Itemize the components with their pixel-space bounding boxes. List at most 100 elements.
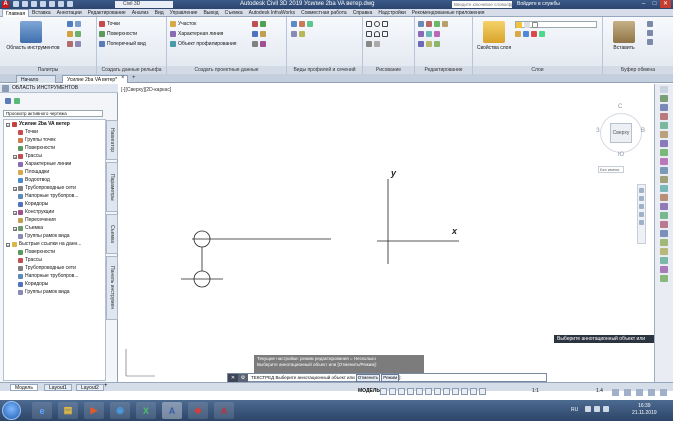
autoscale-icon[interactable] (479, 388, 486, 395)
ribbon-tab-addins[interactable]: Надстройки (375, 9, 408, 17)
command-line[interactable]: ✕ ⚙ ТЕКСТРЕД Выберите аннотационный объе… (227, 373, 547, 382)
annotation-visibility-icon[interactable] (470, 388, 477, 395)
tool-icon-5[interactable] (660, 131, 668, 138)
excel-icon[interactable]: X (136, 402, 156, 419)
ribbon-tab-featured-apps[interactable]: Рекомендованные приложения (409, 9, 488, 17)
copy-clip-icon[interactable] (647, 30, 653, 36)
design-panel-title[interactable]: Создать проектные данные (167, 66, 286, 74)
ribbon-tab-insert[interactable]: Вставка (29, 9, 54, 17)
palettes-panel-title[interactable]: Палитры (0, 66, 96, 74)
plan-production-icon[interactable] (299, 31, 305, 37)
toolspace-toolbar-icon[interactable] (5, 98, 11, 104)
undo-icon[interactable] (58, 1, 64, 7)
transparency-icon[interactable] (452, 388, 459, 395)
layers-icon[interactable] (75, 31, 81, 37)
tree-item-ds-alignments[interactable]: Трассы (18, 257, 42, 264)
tree-item-surfaces[interactable]: Поверхности (18, 145, 55, 152)
tool-icon-21[interactable] (660, 275, 668, 282)
draw-panel-title[interactable]: Рисование (363, 66, 414, 74)
vtab-toolbox[interactable]: Панель инструмен (106, 256, 118, 320)
tree-item-pipe-networks[interactable]: Трубопроводные сети (18, 185, 76, 192)
layer-properties-icon[interactable] (483, 21, 505, 43)
sample-lines-icon[interactable] (299, 21, 305, 27)
move-icon[interactable] (418, 21, 424, 27)
feature-line-button[interactable]: Характерная линия (170, 31, 223, 37)
ribbon-tab-output[interactable]: Вывод (200, 9, 221, 17)
collapse-toggle-icon[interactable]: − (6, 123, 10, 128)
tree-item-view-frame-groups[interactable]: Группы рамок вида (18, 233, 70, 240)
annotation-monitor-icon[interactable] (624, 389, 631, 396)
surfaces-button[interactable]: Поверхности (99, 31, 137, 37)
tool-icon-1[interactable] (660, 95, 668, 102)
tool-icon-3[interactable] (660, 113, 668, 120)
drawing-area[interactable]: [-][Сверху][2D-каркас] y x Сверху С Ю З … (119, 84, 654, 382)
tray-flag-icon[interactable] (585, 406, 591, 412)
tool-icon-7[interactable] (660, 149, 668, 156)
zoom-scale[interactable]: 1.4 (596, 387, 603, 396)
wcs-menu[interactable]: Без имени (598, 166, 624, 173)
close-icon[interactable]: ✕ (660, 0, 671, 8)
plot-icon[interactable] (49, 1, 55, 7)
prospector-view-select[interactable]: Просмотр активного чертежа (3, 110, 103, 117)
showmotion-icon[interactable] (639, 220, 644, 225)
chrome-icon[interactable]: ◉ (110, 402, 130, 419)
tool-icon-2[interactable] (660, 104, 668, 111)
open-file-icon[interactable] (22, 1, 28, 7)
tool-icon-18[interactable] (660, 248, 668, 255)
section-views-icon[interactable] (307, 21, 313, 27)
settings-icon[interactable] (75, 21, 81, 27)
ribbon-tab-analyze[interactable]: Анализ (129, 9, 152, 17)
workspace-select[interactable]: Civil 3D (115, 1, 173, 8)
compass-west[interactable]: З (596, 128, 600, 134)
parcel-button[interactable]: Участок (170, 21, 196, 27)
ribbon-tab-view[interactable]: Вид (152, 9, 167, 17)
tree-item-point-groups[interactable]: Группы точек (18, 137, 56, 144)
isodraft-icon[interactable] (416, 388, 423, 395)
ribbon-tab-help[interactable]: Справка (350, 9, 376, 17)
sheet-icon[interactable] (291, 31, 297, 37)
tree-item-catchments[interactable]: Водоотвод (18, 177, 50, 184)
command-option-mode[interactable]: Режим (381, 373, 400, 382)
autocad-taskbar-icon[interactable]: A (214, 402, 234, 419)
civil3d-taskbar-icon[interactable]: A (162, 402, 182, 419)
tool-icon-9[interactable] (660, 167, 668, 174)
tool-icon-10[interactable] (660, 176, 668, 183)
tool-icon-12[interactable] (660, 194, 668, 201)
tree-item-sites[interactable]: Площадки (18, 169, 49, 176)
new-file-icon[interactable] (13, 1, 19, 7)
copy-icon[interactable] (418, 31, 424, 37)
expand-toggle-icon[interactable]: + (13, 227, 17, 232)
pipe-network-icon[interactable] (252, 41, 258, 47)
vtab-navigator[interactable]: Навигатор (106, 120, 118, 160)
annotation-scale[interactable]: 1:1 (532, 387, 539, 396)
paste-label[interactable]: Вставить (607, 45, 641, 51)
fullscreen-icon[interactable] (648, 389, 655, 396)
tool-icon-16[interactable] (660, 230, 668, 237)
profile-panel-title[interactable]: Виды профилей и сечений (287, 66, 362, 74)
compass-south[interactable]: Ю (618, 152, 624, 158)
tree-item-feature-lines[interactable]: Характерные линии (18, 161, 71, 168)
ribbon-tab-annotate[interactable]: Аннотации (54, 9, 85, 17)
erase-icon[interactable] (442, 21, 448, 27)
ie-icon[interactable]: e (32, 402, 52, 419)
full-navigation-wheel-icon[interactable] (639, 188, 644, 193)
autocad-logo-icon[interactable]: A (2, 1, 9, 8)
tree-item-ds-corridors[interactable]: Коридоры (18, 281, 48, 288)
modify-panel-title[interactable]: Редактирование (415, 66, 472, 74)
tree-root-drawing[interactable]: Усилие 2ba VA ветер (12, 121, 70, 128)
tray-volume-icon[interactable] (603, 406, 609, 412)
scale-icon[interactable] (426, 41, 432, 47)
close-command-line-icon[interactable]: ✕ (228, 373, 238, 382)
tray-network-icon[interactable] (594, 406, 600, 412)
lineweight-icon[interactable] (443, 388, 450, 395)
toolspace-menu-icon[interactable] (2, 85, 9, 92)
tool-icon-14[interactable] (660, 212, 668, 219)
properties-icon[interactable] (67, 31, 73, 37)
language-indicator[interactable]: RU (571, 407, 578, 413)
search-input[interactable]: Введите ключевое слово/фразу (452, 1, 512, 8)
tree-item-assemblies[interactable]: Конструкции (18, 209, 54, 216)
toolspace-refresh-icon[interactable] (14, 98, 20, 104)
layer-isolate-icon[interactable] (523, 31, 529, 37)
tree-item-ds-surfaces[interactable]: Поверхности (18, 249, 55, 256)
media-player-icon[interactable]: ▶ (84, 402, 104, 419)
